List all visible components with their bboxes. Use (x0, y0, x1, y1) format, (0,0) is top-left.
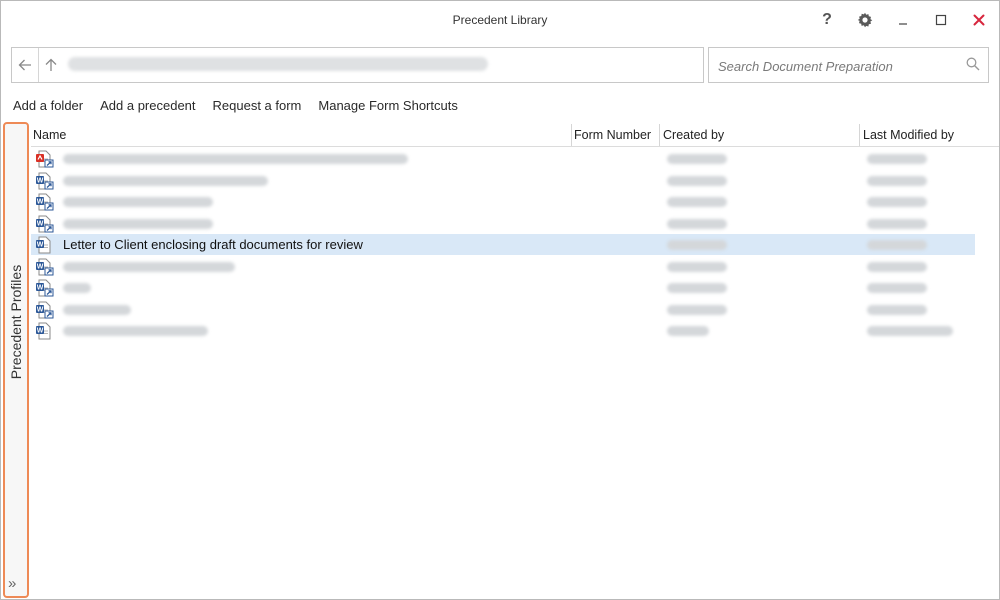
word-doc-icon: W (35, 322, 54, 340)
search-input[interactable] (716, 56, 960, 76)
row-modified-by-redacted (867, 240, 927, 250)
column-header-name[interactable]: Name (31, 124, 571, 146)
svg-text:W: W (37, 263, 44, 270)
table-header: Name Form Number Created by Last Modifie… (31, 124, 999, 147)
row-modified-by-redacted (867, 326, 953, 336)
table-row[interactable]: W (31, 213, 975, 234)
svg-text:W: W (37, 306, 44, 313)
svg-text:W: W (37, 177, 44, 184)
row-created-by-redacted (667, 197, 727, 207)
settings-button[interactable] (852, 9, 878, 31)
row-modified-by-redacted (867, 218, 927, 229)
row-created-by-redacted (667, 218, 727, 229)
word-shortcut-icon: W (35, 215, 54, 233)
table-row[interactable] (31, 148, 975, 169)
precedent-profiles-panel[interactable]: Precedent Profiles » (3, 122, 29, 598)
arrow-left-icon (18, 59, 31, 71)
row-name-redacted (63, 197, 213, 207)
word-shortcut-icon: W (35, 258, 54, 276)
row-created-by-redacted (667, 240, 727, 250)
row-created-by-redacted (667, 261, 727, 272)
svg-text:W: W (37, 328, 44, 335)
table-row[interactable]: W (31, 191, 975, 212)
precedent-profiles-label: Precedent Profiles (8, 264, 24, 380)
word-shortcut-icon: W (35, 193, 54, 211)
row-modified-by-redacted (867, 154, 927, 164)
manage-form-shortcuts-link[interactable]: Manage Form Shortcuts (318, 98, 457, 113)
column-header-form-number[interactable]: Form Number (572, 124, 659, 146)
maximize-button[interactable] (928, 9, 954, 31)
word-shortcut-icon: W (35, 279, 54, 297)
row-created-by-redacted (667, 154, 727, 164)
row-created-by-redacted (667, 304, 727, 315)
svg-text:W: W (37, 220, 44, 227)
table-row-selected[interactable]: W Letter to Client enclosing draft docume… (31, 234, 975, 255)
row-name-redacted (63, 283, 91, 293)
search-icon-button[interactable] (966, 57, 980, 74)
row-modified-by-redacted (867, 283, 927, 293)
row-name-redacted (63, 261, 235, 272)
table-row[interactable]: W (31, 320, 975, 341)
row-name: Letter to Client enclosing draft documen… (63, 237, 363, 252)
table-row[interactable]: W (31, 170, 975, 191)
row-modified-by-redacted (867, 197, 927, 207)
row-modified-by-redacted (867, 175, 927, 186)
row-modified-by-redacted (867, 261, 927, 272)
gear-icon (857, 12, 873, 28)
add-precedent-link[interactable]: Add a precedent (100, 98, 195, 113)
search-box (708, 47, 989, 83)
arrow-up-icon (45, 58, 57, 71)
pdf-shortcut-icon (35, 150, 54, 168)
add-folder-link[interactable]: Add a folder (13, 98, 83, 113)
table-row[interactable]: W (31, 256, 975, 277)
address-bar (11, 47, 704, 83)
row-name-redacted (63, 154, 408, 164)
column-divider[interactable] (859, 124, 860, 146)
row-name-redacted (63, 175, 268, 186)
help-button[interactable]: ? (814, 9, 840, 31)
svg-text:W: W (37, 199, 44, 206)
svg-text:W: W (37, 242, 44, 249)
word-doc-icon: W (35, 236, 54, 254)
word-shortcut-icon: W (35, 172, 54, 190)
precedent-table: Name Form Number Created by Last Modifie… (31, 124, 999, 598)
minimize-icon (899, 23, 907, 25)
svg-text:W: W (37, 285, 44, 292)
close-icon (973, 14, 985, 26)
column-header-last-modified-by[interactable]: Last Modified by (861, 124, 999, 146)
request-form-link[interactable]: Request a form (213, 98, 302, 113)
search-icon (966, 57, 980, 71)
table-row[interactable]: W (31, 299, 975, 320)
row-created-by-redacted (667, 326, 709, 336)
row-modified-by-redacted (867, 304, 927, 315)
action-toolbar: Add a folder Add a precedent Request a f… (13, 98, 458, 113)
table-row[interactable]: W (31, 277, 975, 298)
minimize-button[interactable] (890, 9, 916, 31)
row-name-redacted (63, 326, 208, 336)
row-created-by-redacted (667, 283, 727, 293)
window-title: Precedent Library (452, 13, 548, 27)
column-divider[interactable] (659, 124, 660, 146)
word-shortcut-icon: W (35, 301, 54, 319)
maximize-icon (935, 14, 947, 26)
close-button[interactable] (966, 9, 992, 31)
row-created-by-redacted (667, 175, 727, 186)
column-header-created-by[interactable]: Created by (661, 124, 859, 146)
row-name-redacted (63, 304, 131, 315)
precedent-library-window: Precedent Library ? Search Document Prep… (0, 0, 1000, 600)
title-bar: Precedent Library ? (1, 1, 999, 39)
breadcrumb-path[interactable] (68, 57, 488, 71)
expand-panel-button[interactable]: » (8, 575, 16, 592)
back-button[interactable] (12, 48, 39, 82)
up-button[interactable] (38, 48, 64, 82)
row-name-redacted (63, 218, 213, 229)
